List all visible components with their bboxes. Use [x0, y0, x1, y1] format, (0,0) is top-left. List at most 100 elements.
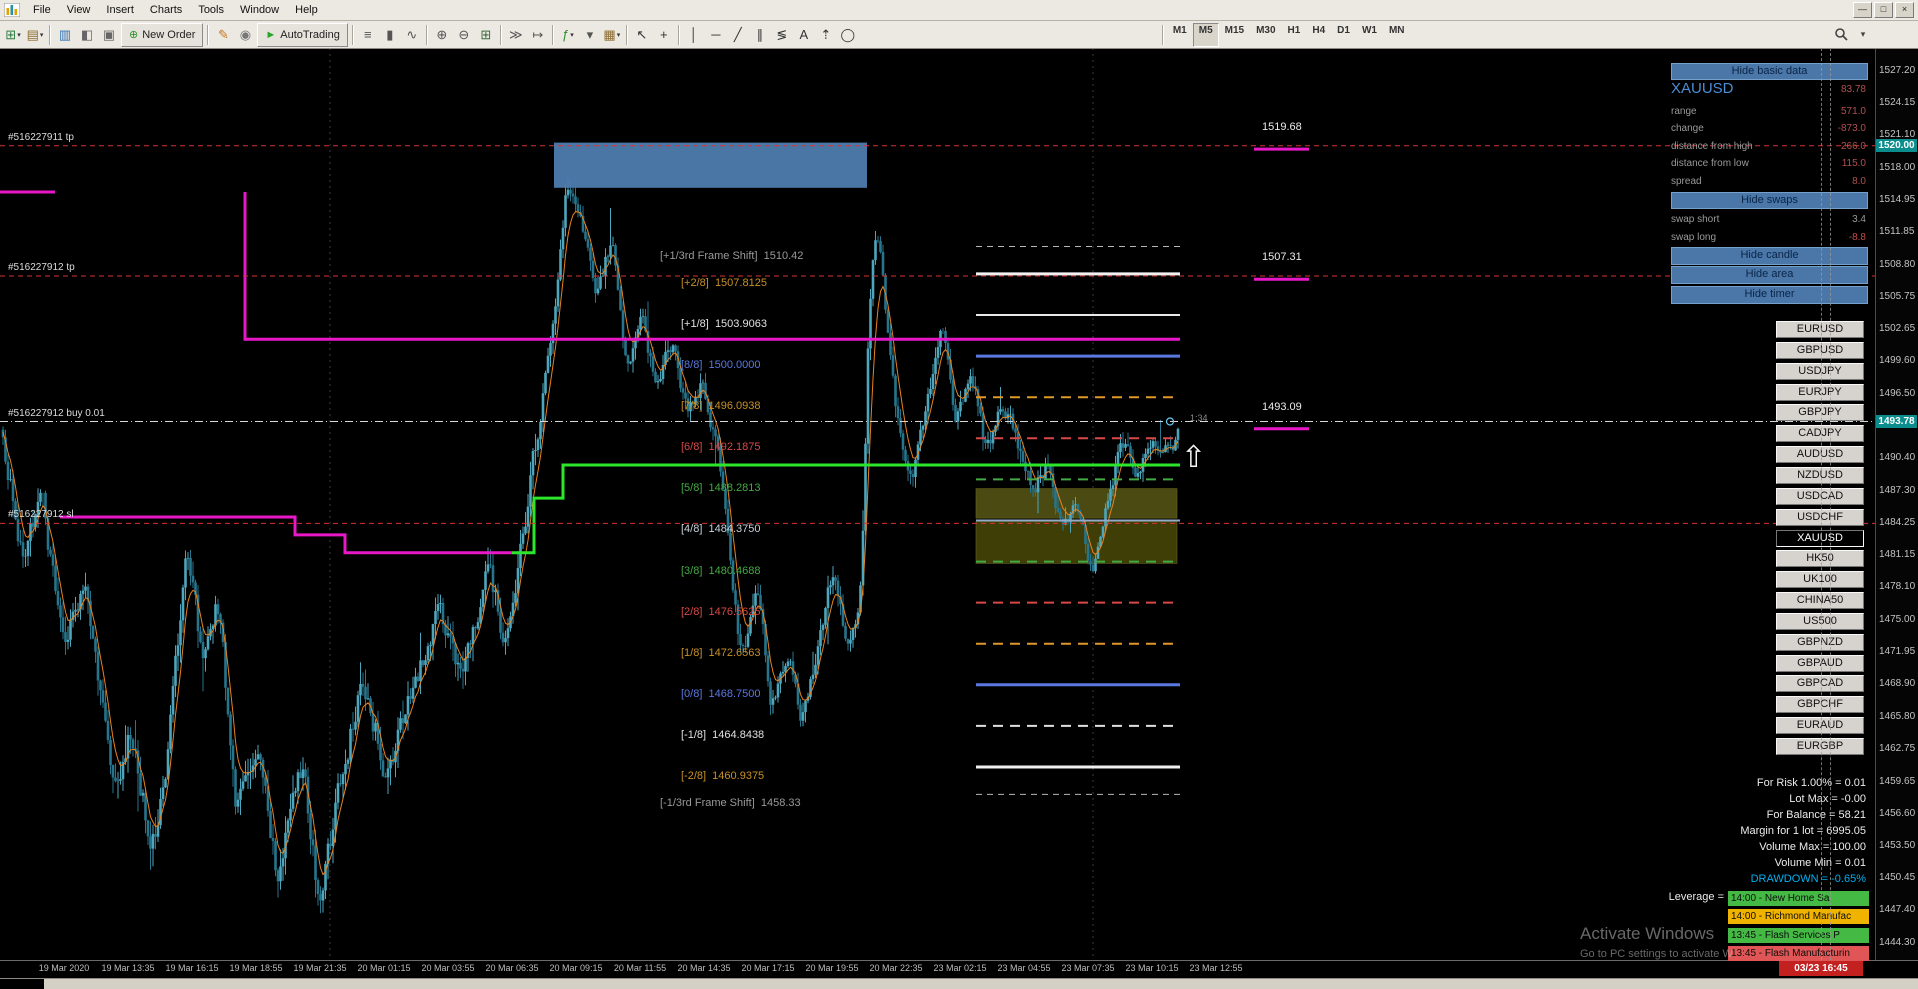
- time-axis-label: 19 Mar 18:55: [229, 963, 283, 973]
- symbol-button-nzdusd[interactable]: NZDUSD: [1776, 467, 1864, 484]
- symbol-button-gbpusd[interactable]: GBPUSD: [1776, 342, 1864, 359]
- symbol-button-euraud[interactable]: EURAUD: [1776, 717, 1864, 734]
- symbol-button-xauusd[interactable]: XAUUSD: [1776, 530, 1864, 547]
- symbol-button-hk50[interactable]: HK50: [1776, 550, 1864, 567]
- dropdown-arrow-icon: ▾: [616, 31, 621, 39]
- bar-chart-icon[interactable]: ≡: [357, 24, 379, 46]
- minimize-button[interactable]: —: [1853, 2, 1872, 18]
- autotrading-button[interactable]: ► AutoTrading: [257, 22, 348, 47]
- timeframe-m30[interactable]: M30: [1250, 23, 1281, 47]
- menu-charts[interactable]: Charts: [142, 2, 190, 18]
- indicators-icon[interactable]: ƒ ▾: [557, 24, 579, 46]
- profiles-icon[interactable]: ▤ ▾: [24, 24, 46, 46]
- menu-insert[interactable]: Insert: [98, 2, 142, 18]
- panel-swap-label: swap long: [1671, 232, 1717, 243]
- experts-icon[interactable]: ◉: [234, 24, 256, 46]
- new-order-button[interactable]: ⊕ New Order: [121, 22, 204, 47]
- price-tick: 1524.15: [1879, 97, 1916, 108]
- symbol-button-cadjpy[interactable]: CADJPY: [1776, 425, 1864, 442]
- dropdown-arrow-icon: ▾: [570, 31, 574, 39]
- new-chart-icon[interactable]: ⊞ ▾: [2, 24, 24, 46]
- symbol-button-gbpcad[interactable]: GBPCAD: [1776, 675, 1864, 692]
- crosshair-icon[interactable]: +: [653, 24, 675, 46]
- text-icon[interactable]: A: [793, 24, 815, 46]
- timeframe-h4[interactable]: H4: [1306, 23, 1331, 47]
- price-tick: 1450.45: [1879, 872, 1916, 883]
- metaeditor-icon[interactable]: ✎: [212, 24, 234, 46]
- cursor-icon[interactable]: ↖: [631, 24, 653, 46]
- horizontal-scrollbar[interactable]: [0, 978, 1918, 989]
- periods-icon[interactable]: ▾: [579, 24, 601, 46]
- chart-shift-icon[interactable]: ↦: [527, 24, 549, 46]
- symbol-button-eurusd[interactable]: EURUSD: [1776, 321, 1864, 338]
- symbol-button-uk100[interactable]: UK100: [1776, 571, 1864, 588]
- timeframe-m5[interactable]: M5: [1192, 22, 1219, 47]
- symbol-button-usdjpy[interactable]: USDJPY: [1776, 363, 1864, 380]
- auto-scroll-icon[interactable]: ≫: [505, 24, 527, 46]
- timeframe-w1[interactable]: W1: [1356, 23, 1383, 47]
- zoom-out-icon[interactable]: ⊖: [453, 24, 475, 46]
- panel-stat-label: distance from low: [1671, 158, 1749, 169]
- menu-window[interactable]: Window: [232, 2, 287, 18]
- terminal-icon[interactable]: ▣: [98, 24, 120, 46]
- time-axis-label: 20 Mar 06:35: [485, 963, 539, 973]
- autotrading-button-label: AutoTrading: [280, 28, 340, 41]
- symbol-button-gbpaud[interactable]: GBPAUD: [1776, 655, 1864, 672]
- candlestick-chart-icon-glyph: ▮: [386, 26, 394, 42]
- hide-candle-button[interactable]: Hide candle: [1671, 247, 1868, 265]
- line-chart-icon[interactable]: ∿: [401, 24, 423, 46]
- symbol-button-eurjpy[interactable]: EURJPY: [1776, 384, 1864, 401]
- hide-area-button[interactable]: Hide area: [1671, 266, 1868, 284]
- price-axis[interactable]: [1875, 48, 1918, 960]
- time-axis-label: 20 Mar 09:15: [549, 963, 603, 973]
- symbol-button-gbpnzd[interactable]: GBPNZD: [1776, 634, 1864, 651]
- toolbar-more-icon[interactable]: ▾: [1852, 24, 1874, 46]
- symbol-button-usdcad[interactable]: USDCAD: [1776, 488, 1864, 505]
- menu-help[interactable]: Help: [287, 2, 326, 18]
- hide-swaps-button[interactable]: Hide swaps: [1671, 192, 1868, 209]
- symbol-button-china50[interactable]: CHINA50: [1776, 592, 1864, 609]
- restore-button[interactable]: □: [1874, 2, 1893, 18]
- line-chart-icon-glyph: ∿: [406, 26, 418, 42]
- symbol-button-gbpchf[interactable]: GBPCHF: [1776, 696, 1864, 713]
- timeframe-h1[interactable]: H1: [1282, 23, 1307, 47]
- murrey-level-label: [-2/8] 1460.9375: [681, 770, 765, 782]
- arrows-icon[interactable]: ⇡: [815, 24, 837, 46]
- close-button[interactable]: ×: [1895, 2, 1914, 18]
- murrey-level-label: [5/8] 1488.2813: [681, 482, 761, 494]
- hide-timer-button[interactable]: Hide timer: [1671, 286, 1868, 304]
- symbol-button-gbpjpy[interactable]: GBPJPY: [1776, 404, 1864, 421]
- timeframe-d1[interactable]: D1: [1331, 23, 1356, 47]
- menu-file[interactable]: File: [25, 2, 59, 18]
- fibonacci-icon[interactable]: ≶: [771, 24, 793, 46]
- timeframe-m15[interactable]: M15: [1219, 23, 1250, 47]
- timeframe-m1[interactable]: M1: [1167, 23, 1193, 47]
- vertical-line-icon[interactable]: │: [683, 24, 705, 46]
- channel-icon[interactable]: ∥: [749, 24, 771, 46]
- price-tick: 1502.65: [1879, 323, 1916, 334]
- fibonacci-icon-glyph: ≶: [776, 26, 788, 42]
- channel-icon-glyph: ∥: [756, 26, 764, 42]
- symbol-button-eurgbp[interactable]: EURGBP: [1776, 738, 1864, 755]
- timeframe-mn[interactable]: MN: [1383, 23, 1411, 47]
- templates-icon[interactable]: ▦ ▾: [601, 24, 623, 46]
- menu-tools[interactable]: Tools: [190, 2, 232, 18]
- murrey-level-label: [+2/8] 1507.8125: [681, 277, 767, 289]
- arrows-icon-glyph: ⇡: [820, 26, 832, 42]
- symbol-button-audusd[interactable]: AUDUSD: [1776, 446, 1864, 463]
- symbol-button-usdchf[interactable]: USDCHF: [1776, 509, 1864, 526]
- symbol-button-us500[interactable]: US500: [1776, 613, 1864, 630]
- navigator-icon[interactable]: ◧: [76, 24, 98, 46]
- shapes-icon[interactable]: ◯: [837, 24, 859, 46]
- time-axis-label: 19 Mar 16:15: [165, 963, 219, 973]
- zoom-in-icon[interactable]: ⊕: [431, 24, 453, 46]
- menu-view[interactable]: View: [59, 2, 99, 18]
- tile-windows-icon[interactable]: ⊞: [475, 24, 497, 46]
- candlestick-chart-icon[interactable]: ▮: [379, 24, 401, 46]
- trendline-icon[interactable]: ╱: [727, 24, 749, 46]
- time-axis-label: 23 Mar 02:15: [933, 963, 987, 973]
- hide-basic-data-button[interactable]: Hide basic data: [1671, 63, 1868, 80]
- market-watch-icon[interactable]: ▥: [54, 24, 76, 46]
- search-icon[interactable]: [1830, 24, 1852, 46]
- horizontal-line-icon[interactable]: ─: [705, 24, 727, 46]
